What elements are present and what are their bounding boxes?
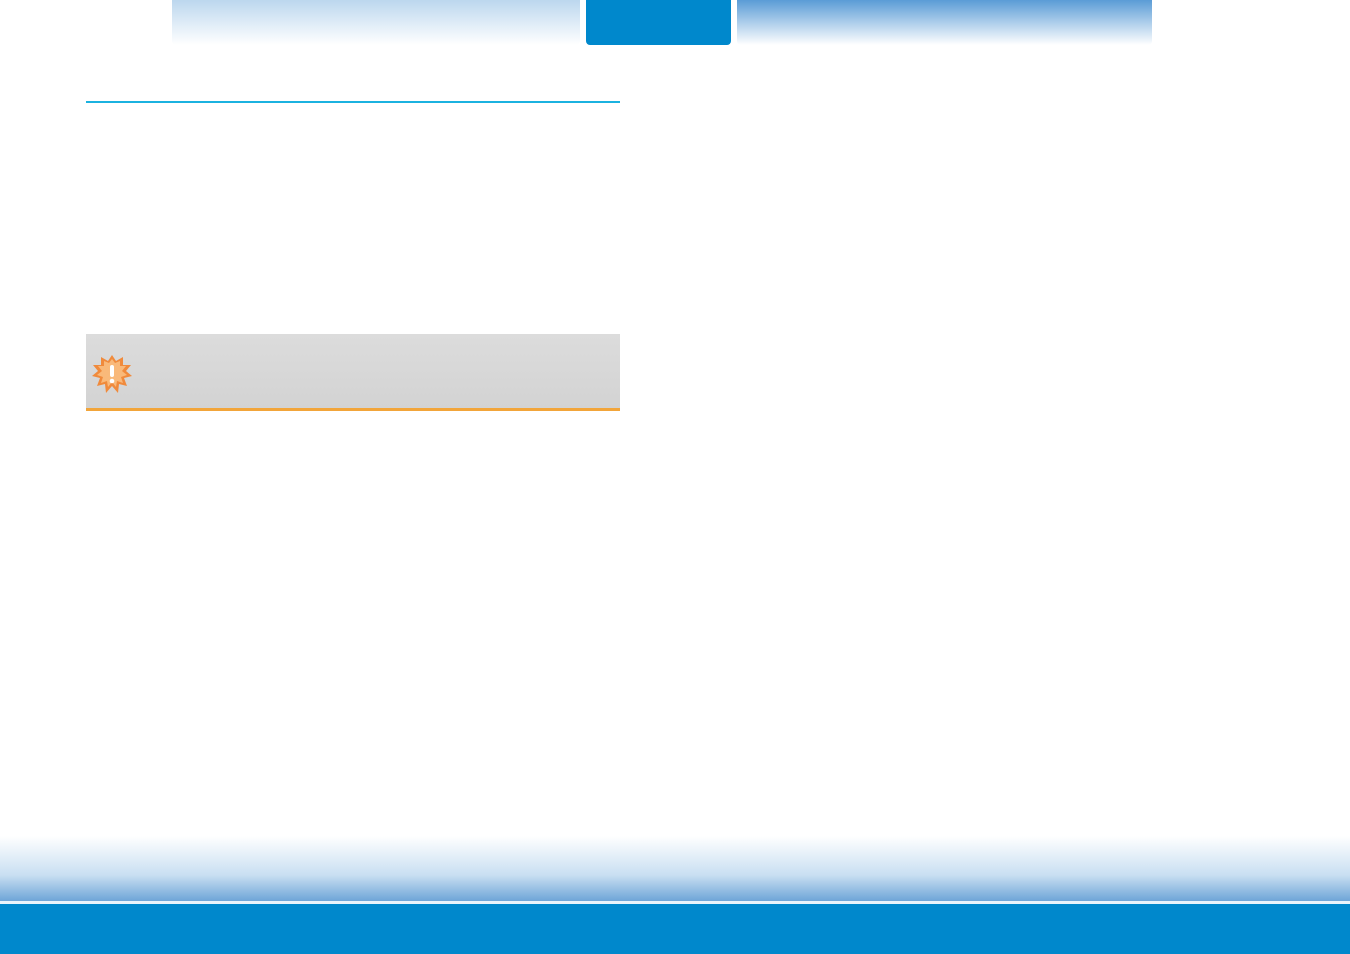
top-tab-bar — [0, 0, 1350, 45]
callout-box — [86, 334, 620, 411]
starburst-exclamation-icon — [92, 354, 132, 394]
section-underline — [86, 101, 620, 103]
tab-left[interactable] — [172, 0, 580, 45]
footer-gradient — [0, 836, 1350, 901]
tab-active[interactable] — [586, 0, 731, 45]
tab-right[interactable] — [737, 0, 1152, 45]
footer-bar — [0, 904, 1350, 954]
